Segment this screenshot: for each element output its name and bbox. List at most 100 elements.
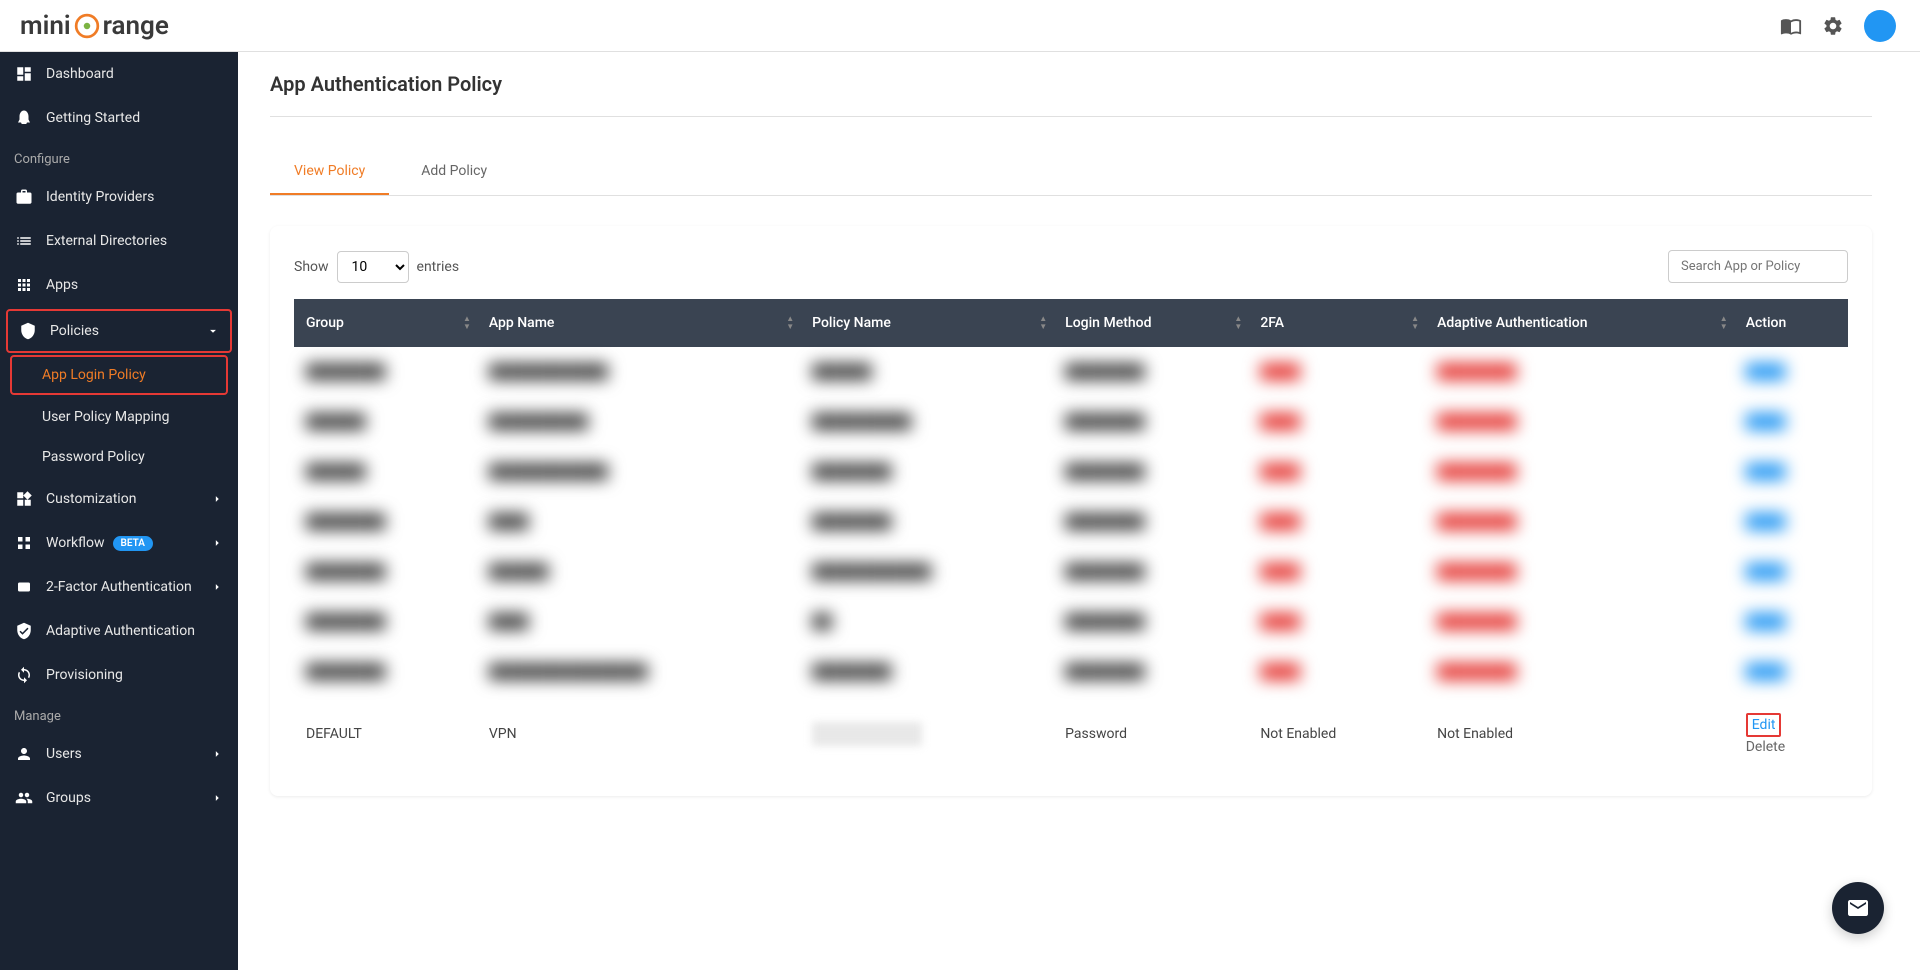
- page-title: App Authentication Policy: [270, 72, 1872, 117]
- sidebar-item-label: Workflow: [46, 535, 105, 551]
- book-icon[interactable]: [1780, 15, 1802, 37]
- fab-contact-button[interactable]: [1832, 882, 1884, 934]
- sidebar-item-groups[interactable]: Groups: [0, 776, 238, 820]
- table-header-row: Group▲▼ App Name▲▼ Policy Name▲▼ Login M…: [294, 299, 1848, 347]
- sort-icon: ▲▼: [786, 315, 794, 331]
- logo[interactable]: mini range: [20, 11, 169, 41]
- sidebar-item-workflow[interactable]: Workflow BETA: [0, 521, 238, 565]
- logo-target-icon: [74, 13, 100, 39]
- entries-select[interactable]: 10: [337, 251, 409, 283]
- sidebar-item-users[interactable]: Users: [0, 732, 238, 776]
- policy-table: Group▲▼ App Name▲▼ Policy Name▲▼ Login M…: [294, 299, 1848, 772]
- sidebar-item-apps[interactable]: Apps: [0, 263, 238, 307]
- chevron-right-icon: [210, 580, 224, 594]
- th-adaptive-auth[interactable]: Adaptive Authentication▲▼: [1425, 299, 1734, 347]
- sidebar-item-external-directories[interactable]: External Directories: [0, 219, 238, 263]
- widgets-icon: [14, 489, 34, 509]
- sidebar-item-adaptive-auth[interactable]: Adaptive Authentication: [0, 609, 238, 653]
- table-row: ████████████████████████████████████████…: [294, 497, 1848, 547]
- mail-icon: [1846, 896, 1870, 920]
- main-content: App Authentication Policy View Policy Ad…: [238, 52, 1920, 970]
- table-row: ████████████████████████████████████████…: [294, 647, 1848, 697]
- table-row: ████████████████████████████████████████…: [294, 447, 1848, 497]
- th-app-name[interactable]: App Name▲▼: [477, 299, 800, 347]
- sidebar-item-label: Apps: [46, 277, 78, 293]
- th-policy-name[interactable]: Policy Name▲▼: [800, 299, 1053, 347]
- sidebar: Dashboard Getting Started Configure Iden…: [0, 52, 238, 970]
- search-input[interactable]: [1668, 250, 1848, 283]
- delete-link[interactable]: Delete: [1746, 739, 1836, 755]
- th-group[interactable]: Group▲▼: [294, 299, 477, 347]
- table-row: ████████████████████████████████████████…: [294, 547, 1848, 597]
- user-icon: [14, 744, 34, 764]
- sidebar-item-dashboard[interactable]: Dashboard: [0, 52, 238, 96]
- tabs: View Policy Add Policy: [270, 149, 1872, 196]
- edit-link[interactable]: Edit: [1746, 713, 1782, 737]
- avatar[interactable]: [1864, 10, 1896, 42]
- chevron-right-icon: [210, 791, 224, 805]
- tab-label: View Policy: [294, 163, 365, 179]
- sidebar-item-provisioning[interactable]: Provisioning: [0, 653, 238, 697]
- table-row-default-vpn: DEFAULT VPN Password Not Enabled Not Ena…: [294, 697, 1848, 772]
- policy-table-card: Show 10 entries Group▲▼ App Name▲▼ Polic…: [270, 226, 1872, 796]
- sidebar-item-label: 2-Factor Authentication: [46, 579, 192, 595]
- rocket-icon: [14, 108, 34, 128]
- sidebar-item-identity-providers[interactable]: Identity Providers: [0, 175, 238, 219]
- logo-text-post: range: [103, 11, 169, 41]
- sidebar-subitem-app-login-policy[interactable]: App Login Policy: [10, 355, 228, 395]
- top-header: mini range: [0, 0, 1920, 52]
- table-controls: Show 10 entries: [294, 250, 1848, 283]
- sidebar-item-label: External Directories: [46, 233, 167, 249]
- chevron-right-icon: [210, 747, 224, 761]
- th-2fa[interactable]: 2FA▲▼: [1248, 299, 1425, 347]
- sidebar-subitem-user-policy-mapping[interactable]: User Policy Mapping: [0, 397, 238, 437]
- cell-adaptive-auth: Not Enabled: [1425, 697, 1734, 772]
- sidebar-subitem-password-policy[interactable]: Password Policy: [0, 437, 238, 477]
- sidebar-item-label: Users: [46, 746, 82, 762]
- tab-add-policy[interactable]: Add Policy: [397, 149, 511, 195]
- sidebar-item-label: Dashboard: [46, 66, 114, 82]
- sidebar-item-2fa[interactable]: 2-Factor Authentication: [0, 565, 238, 609]
- show-label: Show: [294, 259, 329, 275]
- sort-icon: ▲▼: [463, 315, 471, 331]
- sort-icon: ▲▼: [1411, 315, 1419, 331]
- sidebar-section-manage: Manage: [0, 697, 238, 732]
- dashboard-icon: [14, 64, 34, 84]
- beta-badge: BETA: [113, 536, 153, 551]
- flow-icon: [14, 533, 34, 553]
- shield-check-icon: [14, 621, 34, 641]
- sidebar-item-label: Getting Started: [46, 110, 140, 126]
- cell-policy-name: [800, 697, 1053, 772]
- sidebar-section-configure: Configure: [0, 140, 238, 175]
- entries-control: Show 10 entries: [294, 251, 459, 283]
- cell-2fa: Not Enabled: [1248, 697, 1425, 772]
- chevron-down-icon: [206, 324, 220, 338]
- table-row: ████████████████████████████████████████…: [294, 397, 1848, 447]
- tab-label: Add Policy: [421, 163, 487, 179]
- th-login-method[interactable]: Login Method▲▼: [1053, 299, 1248, 347]
- sort-icon: ▲▼: [1039, 315, 1047, 331]
- cell-login-method: Password: [1053, 697, 1248, 772]
- list-icon: [14, 231, 34, 251]
- sidebar-item-label: Groups: [46, 790, 91, 806]
- logo-text-pre: mini: [20, 11, 71, 41]
- sidebar-item-getting-started[interactable]: Getting Started: [0, 96, 238, 140]
- sidebar-item-label: Identity Providers: [46, 189, 154, 205]
- sync-icon: [14, 665, 34, 685]
- sidebar-item-policies[interactable]: Policies: [6, 309, 232, 353]
- cell-action: Edit Delete: [1734, 697, 1848, 772]
- cell-app-name: VPN: [477, 697, 800, 772]
- chevron-right-icon: [210, 536, 224, 550]
- table-row: ██████████████████████████████████████: [294, 597, 1848, 647]
- tab-view-policy[interactable]: View Policy: [270, 149, 389, 195]
- gear-icon[interactable]: [1822, 15, 1844, 37]
- sidebar-item-customization[interactable]: Customization: [0, 477, 238, 521]
- header-actions: [1780, 10, 1896, 42]
- numbers-icon: [14, 577, 34, 597]
- sort-icon: ▲▼: [1234, 315, 1242, 331]
- sidebar-item-label: Customization: [46, 491, 136, 507]
- sidebar-subitem-label: Password Policy: [42, 449, 145, 465]
- th-action: Action: [1734, 299, 1848, 347]
- sidebar-subitem-label: App Login Policy: [42, 367, 146, 383]
- sidebar-subitem-label: User Policy Mapping: [42, 409, 169, 425]
